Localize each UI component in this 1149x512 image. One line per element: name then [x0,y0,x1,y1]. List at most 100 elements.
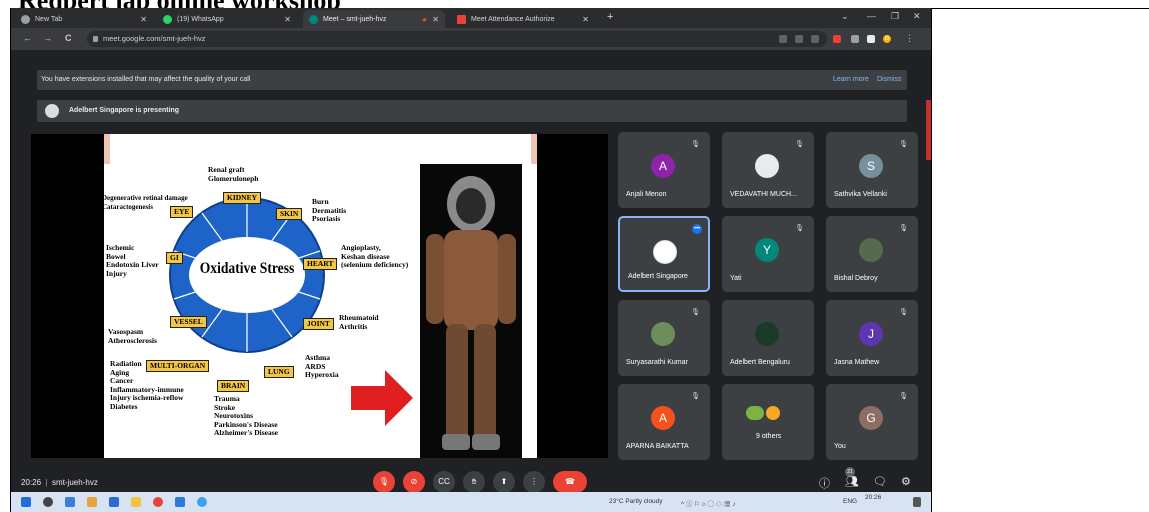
tab-label: (19) WhatsApp [177,15,224,23]
extension-check-icon[interactable] [833,35,841,43]
profile-avatar[interactable]: G [883,35,891,43]
language-indicator[interactable]: ENG [843,498,857,505]
mic-off-icon: 🎙︎ [795,141,804,148]
forward-button[interactable]: → [43,33,52,43]
tab-new-tab[interactable]: New Tab ✕ [15,10,153,28]
dismiss-button[interactable]: Dismiss [877,70,902,90]
organ-brain: BRAIN [217,380,250,392]
camera-toggle-button[interactable]: ⊘ [403,471,425,493]
mic-off-icon: 🎙︎ [795,225,804,232]
close-icon[interactable]: ✕ [140,15,147,24]
participant-tile[interactable]: 🎙︎ J Jasna Mathew [826,300,918,376]
puzzle-icon[interactable] [851,35,859,43]
participant-tile[interactable]: 🎙︎ Y Yati [722,216,814,292]
people-icon[interactable]: 👥︎ [845,475,859,488]
others-tile[interactable]: 9 others [722,384,814,460]
new-tab-button[interactable]: + [607,11,613,23]
app-icon[interactable] [175,497,185,507]
close-icon[interactable]: ✕ [582,15,589,24]
avatar: A [651,406,675,430]
participant-tile[interactable]: 🎙︎ A APARNA BAIKATTA [618,384,710,460]
leave-call-button[interactable]: ☎ [553,471,587,493]
tab-whatsapp[interactable]: (19) WhatsApp ✕ [157,10,297,28]
activities-icon[interactable]: ⚙︎ [901,475,911,488]
whatsapp-icon [163,14,172,24]
avatar [755,322,779,346]
tab-attendance[interactable]: Meet Attendance Authorize ✕ [451,10,595,28]
captions-button[interactable]: CC [433,471,455,493]
recording-indicator [926,100,931,160]
close-icon[interactable]: ✕ [432,15,439,24]
star-icon[interactable] [811,35,819,43]
participant-tile[interactable]: 🎙︎ Suryasarathi Kumar [618,300,710,376]
present-button[interactable]: ⬆ [493,471,515,493]
more-options-button[interactable]: ⋮ [523,471,545,493]
tab-meet[interactable]: Meet – smt-jueh-hvz ● ✕ [303,10,445,28]
vessel-conditions: Vasospasm Atherosclerosis [108,327,157,345]
weather-widget[interactable]: 23°C Partly cloudy [609,498,663,505]
participant-name: Suryasarathi Kumar [626,359,688,366]
participant-tile[interactable]: 🎙︎ Bishal Debroy [826,216,918,292]
mic-toggle-button[interactable]: 🎙︎ [373,471,395,493]
tray-icons[interactable]: ^ ⓘ ⚐ ⌂ ◯ ☁ ▦ ♪ [681,498,736,508]
participant-name: Adelbert Bengaluru [730,359,790,366]
app-icon[interactable] [109,497,119,507]
avatar: G [859,406,883,430]
presentation-area: Oxidative Stress KIDNEY Renal graft Glom… [31,134,608,458]
participant-tile[interactable]: 🎙︎ S Sathvika Vellanki [826,132,918,208]
meeting-info: 20:26 | smt-jueh-hvz [21,478,98,487]
url-field[interactable]: meet.google.com/smt-jueh-hvz [87,31,827,47]
restore-icon[interactable]: ❐ [891,11,899,22]
skin-conditions: Burn Dermatitis Psoriasis [312,197,347,224]
app-icon[interactable] [87,497,97,507]
participant-tile[interactable]: ••• Adelbert Singapore [618,216,710,292]
participant-name: Adelbert Singapore [628,273,688,280]
organ-lung: LUNG [264,366,294,378]
participant-name: Anjali Menon [626,191,667,198]
avatar: S [859,154,883,178]
learn-more-link[interactable]: Learn more [833,70,869,90]
participant-tile[interactable]: 🎙︎ A Anjali Menon [618,132,710,208]
self-tile[interactable]: 🎙︎ G You [826,384,918,460]
avatar [766,406,780,420]
table-border [931,8,1149,9]
joint-conditions: Rheumatoid Arthritis [339,313,379,331]
speaking-icon: ••• [692,224,702,234]
chevron-down-icon[interactable]: ⌄ [841,11,849,22]
chat-icon[interactable]: 🗨︎ [873,475,887,488]
red-arrow-icon [351,370,413,426]
share-icon[interactable] [795,35,803,43]
participant-tile[interactable]: Adelbert Bengaluru [722,300,814,376]
participant-name: 9 others [756,433,782,440]
organ-vessel: VESSEL [170,316,207,328]
raise-hand-button[interactable]: ✋︎ [463,471,485,493]
meeting-code: smt-jueh-hvz [52,478,98,487]
participant-name: Jasna Mathew [834,359,880,366]
reload-button[interactable]: C [65,33,72,43]
banner-text: You have extensions installed that may a… [41,76,251,83]
close-icon[interactable]: ✕ [284,15,291,24]
dell-icon[interactable] [43,497,53,507]
camera-icon[interactable] [779,35,787,43]
chrome-icon[interactable] [153,497,163,507]
app-icon[interactable] [65,497,75,507]
participant-tile[interactable]: 🎙︎ VEDAVATHI MUCH... [722,132,814,208]
close-window-icon[interactable]: ✕ [913,11,921,22]
folder-icon[interactable] [131,497,141,507]
mic-off-icon: 🎙︎ [899,225,908,232]
tab-label: New Tab [35,15,63,23]
minimize-icon[interactable]: — [867,11,876,21]
table-border [931,8,932,512]
clock[interactable]: 20:26 [865,494,881,501]
info-icon[interactable]: ⓘ [819,475,830,491]
recording-dot-icon: ● [422,14,427,24]
organ-heart: HEART [303,258,338,270]
sidepanel-icon[interactable] [867,35,875,43]
menu-icon[interactable]: ⋮ [905,33,914,44]
mic-off-icon: 🎙︎ [899,393,908,400]
windows-start-icon[interactable] [21,497,31,507]
notification-icon[interactable] [913,497,921,507]
chrome-icon [21,14,30,24]
app-icon[interactable] [197,497,207,507]
back-button[interactable]: ← [23,33,32,43]
